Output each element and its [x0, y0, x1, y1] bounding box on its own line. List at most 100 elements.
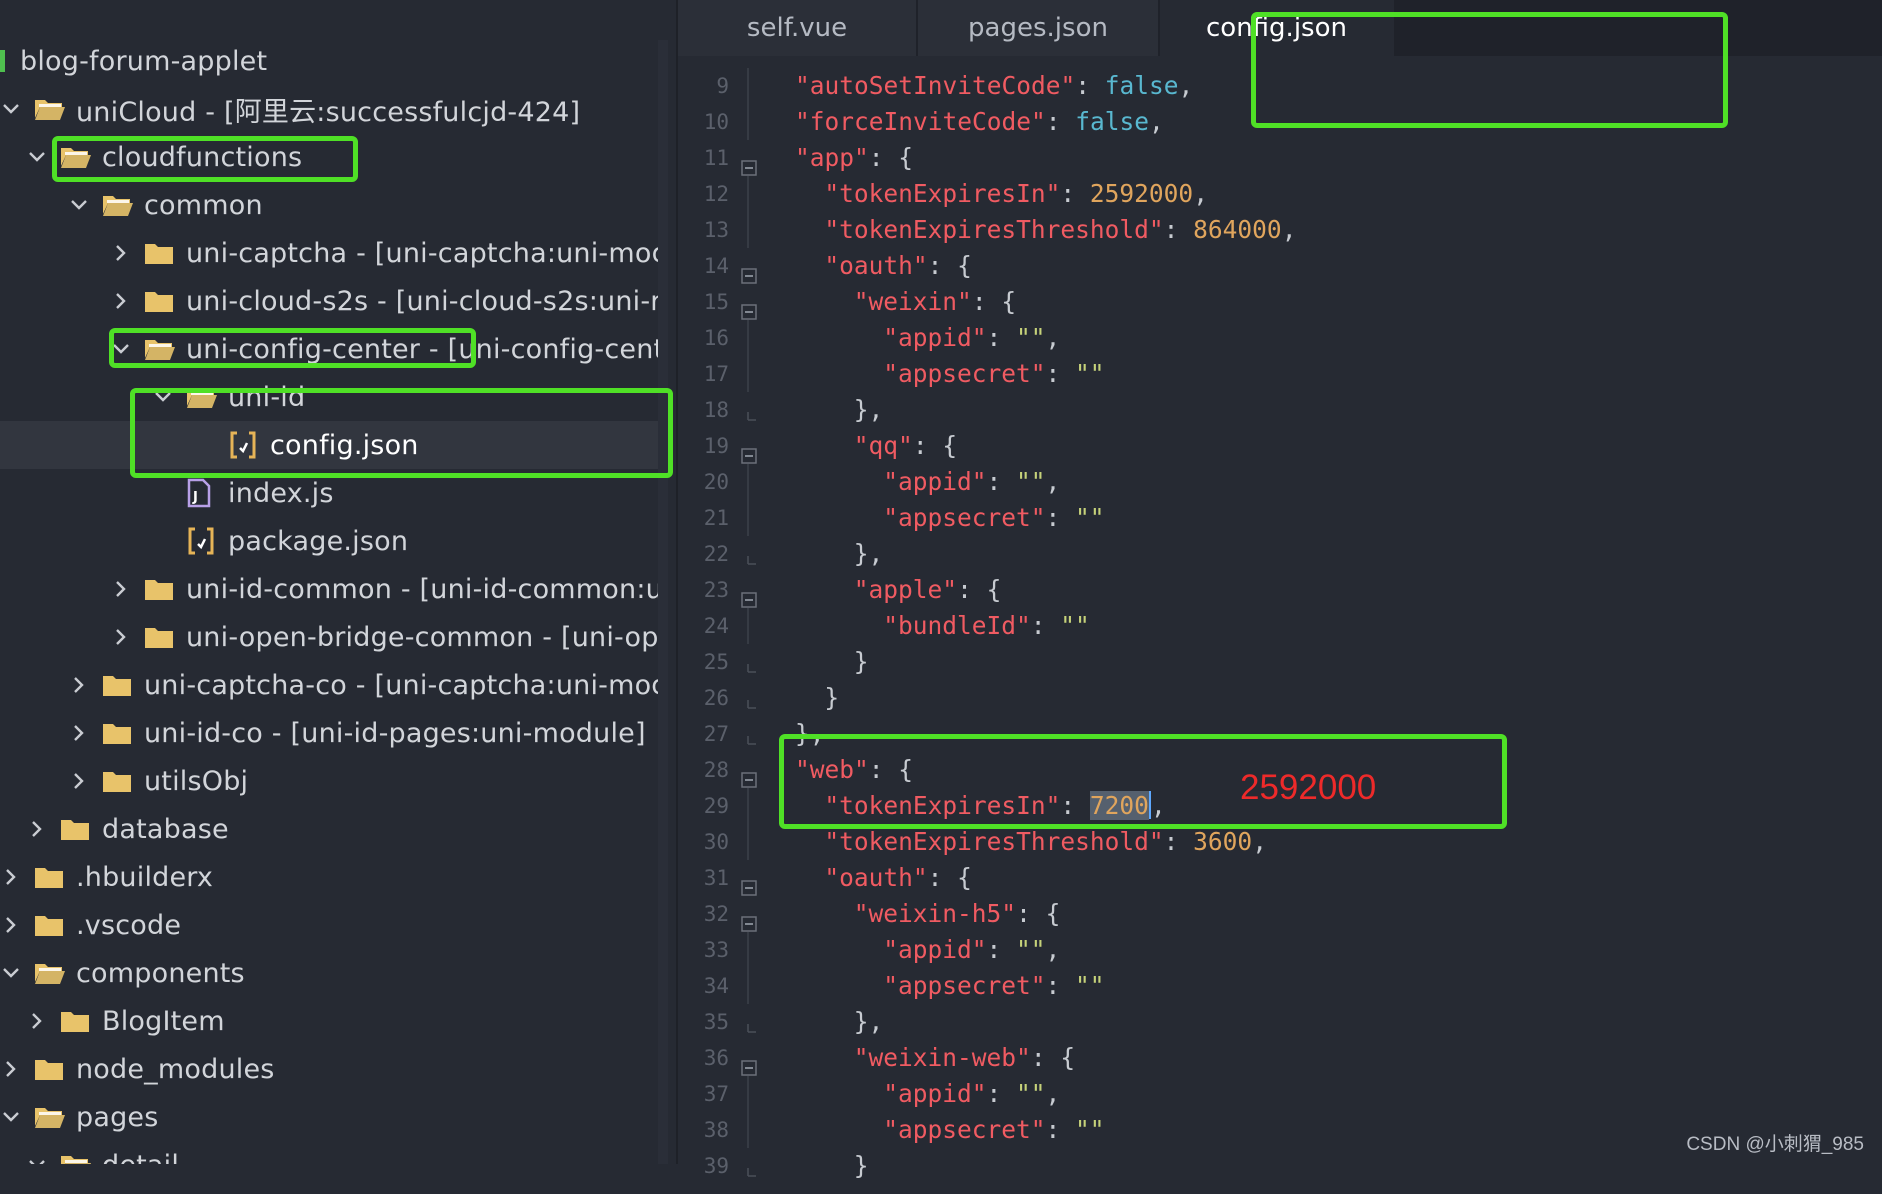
code-line[interactable]: 23 "apple": {: [678, 572, 1882, 608]
chevron-right-icon[interactable]: [0, 853, 22, 901]
tree-item--vscode[interactable]: .vscode: [0, 901, 662, 949]
tree-item-blog-forum-applet[interactable]: blog-forum-applet: [0, 37, 662, 85]
tree-item-common[interactable]: common: [0, 181, 662, 229]
code-line[interactable]: 19 "qq": {: [678, 428, 1882, 464]
chevron-right-icon[interactable]: [26, 805, 48, 853]
tree-item-nodemodules[interactable]: node_modules: [0, 1045, 662, 1093]
chevron-down-icon[interactable]: [26, 133, 48, 181]
fold-guide: [741, 500, 755, 536]
code-line[interactable]: 22},: [678, 536, 1882, 572]
tree-item-database[interactable]: database: [0, 805, 662, 853]
folder-icon: [144, 277, 176, 325]
code-line[interactable]: 33 "appid": "",: [678, 932, 1882, 968]
tree-item-components[interactable]: components: [0, 949, 662, 997]
code-line[interactable]: 16 "appid": "",: [678, 320, 1882, 356]
code-line[interactable]: 9 "autoSetInviteCode": false,: [678, 68, 1882, 104]
code-line[interactable]: 30 "tokenExpiresThreshold": 3600,: [678, 824, 1882, 860]
tree-item-cloudfunctions[interactable]: cloudfunctions: [0, 133, 662, 181]
tab-config-json[interactable]: config.json: [1160, 0, 1396, 56]
tree-item-index-js[interactable]: Jindex.js: [0, 469, 662, 517]
code-line[interactable]: 21 "appsecret": "": [678, 500, 1882, 536]
chevron-down-icon[interactable]: [0, 1093, 22, 1141]
fold-guide: [741, 1112, 755, 1148]
folder-open-icon: [102, 181, 134, 229]
code-text: "oauth": {: [824, 860, 972, 896]
code-token: "bundleId": [883, 611, 1031, 640]
code-line[interactable]: 32 "weixin-h5": {: [678, 896, 1882, 932]
ide-window: blog-forum-applet uniCloud - [阿里云:success…: [0, 0, 1882, 1180]
code-text: "oauth": {: [824, 248, 972, 284]
code-line[interactable]: 34 "appsecret": "": [678, 968, 1882, 1004]
code-line[interactable]: 27},: [678, 716, 1882, 752]
code-line[interactable]: 35},: [678, 1004, 1882, 1040]
chevron-right-icon[interactable]: [68, 661, 90, 709]
chevron-down-icon[interactable]: [0, 85, 22, 133]
code-line[interactable]: 31 "oauth": {: [678, 860, 1882, 896]
code-token: : {: [927, 863, 972, 892]
code-line[interactable]: 10 "forceInviteCode": false,: [678, 104, 1882, 140]
tree-item-uni-id-common[interactable]: uni-id-common - [uni-id-common:u: [0, 565, 662, 613]
tree-item-config-json[interactable]: config.json: [0, 421, 662, 469]
chevron-right-icon[interactable]: [110, 565, 132, 613]
fold-toggle-icon[interactable]: [741, 582, 757, 608]
chevron-right-icon[interactable]: [110, 229, 132, 277]
tree-item-label: package.json: [228, 525, 409, 557]
tree-item-uni-id-co[interactable]: uni-id-co - [uni-id-pages:uni-module]: [0, 709, 662, 757]
code-line[interactable]: 25}: [678, 644, 1882, 680]
fold-toggle-icon[interactable]: [741, 150, 757, 176]
code-line[interactable]: 24 "bundleId": "": [678, 608, 1882, 644]
tree-item-uni-open-bridge-common[interactable]: uni-open-bridge-common - [uni-ope: [0, 613, 662, 661]
tree-item-unicloud[interactable]: uniCloud - [阿里云:successfulcjd-424]: [0, 85, 662, 133]
code-line[interactable]: 36 "weixin-web": {: [678, 1040, 1882, 1076]
code-line[interactable]: 12 "tokenExpiresIn": 2592000,: [678, 176, 1882, 212]
code-text: "bundleId": "": [883, 608, 1090, 644]
tree-item-uni-config-center[interactable]: uni-config-center - [uni-config-cent: [0, 325, 662, 373]
tree-item-blogitem[interactable]: BlogItem: [0, 997, 662, 1045]
chevron-right-icon[interactable]: [68, 709, 90, 757]
code-line[interactable]: 14 "oauth": {: [678, 248, 1882, 284]
tab-pages-json[interactable]: pages.json: [918, 0, 1160, 56]
tree-item-uni-cloud-s2s[interactable]: uni-cloud-s2s - [uni-cloud-s2s:uni-r: [0, 277, 662, 325]
fold-toggle-icon[interactable]: [741, 762, 757, 788]
tree-item--hbuilderx[interactable]: .hbuilderx: [0, 853, 662, 901]
code-line[interactable]: 26}: [678, 680, 1882, 716]
chevron-right-icon[interactable]: [68, 757, 90, 805]
fold-toggle-icon[interactable]: [741, 258, 757, 284]
fold-toggle-icon[interactable]: [741, 1050, 757, 1076]
code-token: :: [1060, 791, 1090, 820]
chevron-right-icon[interactable]: [0, 1045, 22, 1093]
chevron-right-icon[interactable]: [110, 613, 132, 661]
sidebar-scrollbar-track[interactable]: [658, 40, 668, 1164]
tree-item-package-json[interactable]: package.json: [0, 517, 662, 565]
code-line[interactable]: 20 "appid": "",: [678, 464, 1882, 500]
code-line[interactable]: 15 "weixin": {: [678, 284, 1882, 320]
code-line[interactable]: 11 "app": {: [678, 140, 1882, 176]
chevron-right-icon[interactable]: [26, 997, 48, 1045]
tree-item-pages[interactable]: pages: [0, 1093, 662, 1141]
chevron-down-icon[interactable]: [110, 325, 132, 373]
tree-item-utilsobj[interactable]: utilsObj: [0, 757, 662, 805]
chevron-down-icon[interactable]: [0, 949, 22, 997]
fold-toggle-icon[interactable]: [741, 906, 757, 932]
code-token: },: [795, 719, 825, 748]
fold-toggle-icon[interactable]: [741, 294, 757, 320]
tree-item-uni-captcha[interactable]: uni-captcha - [uni-captcha:uni-modu: [0, 229, 662, 277]
chevron-down-icon[interactable]: [68, 181, 90, 229]
code-area[interactable]: 9 "autoSetInviteCode": false, 10 "forceInvi…: [678, 56, 1882, 1180]
chevron-down-icon[interactable]: [26, 1141, 48, 1164]
chevron-down-icon[interactable]: [152, 373, 174, 421]
chevron-right-icon[interactable]: [0, 901, 22, 949]
chevron-right-icon[interactable]: [110, 277, 132, 325]
code-line[interactable]: 13 "tokenExpiresThreshold": 864000,: [678, 212, 1882, 248]
tree-item-uni-captcha-co[interactable]: uni-captcha-co - [uni-captcha:uni-modu: [0, 661, 662, 709]
tab-self-vue[interactable]: self.vue: [678, 0, 918, 56]
tree-item-detail[interactable]: detail: [0, 1141, 662, 1164]
code-token: 3600: [1193, 827, 1253, 856]
tree-item-uni-id[interactable]: uni-id: [0, 373, 662, 421]
fold-toggle-icon[interactable]: [741, 438, 757, 464]
code-line[interactable]: 37 "appid": "",: [678, 1076, 1882, 1112]
code-line[interactable]: 17 "appsecret": "": [678, 356, 1882, 392]
tree-item-label: detail: [102, 1150, 179, 1165]
code-line[interactable]: 18},: [678, 392, 1882, 428]
fold-toggle-icon[interactable]: [741, 870, 757, 896]
